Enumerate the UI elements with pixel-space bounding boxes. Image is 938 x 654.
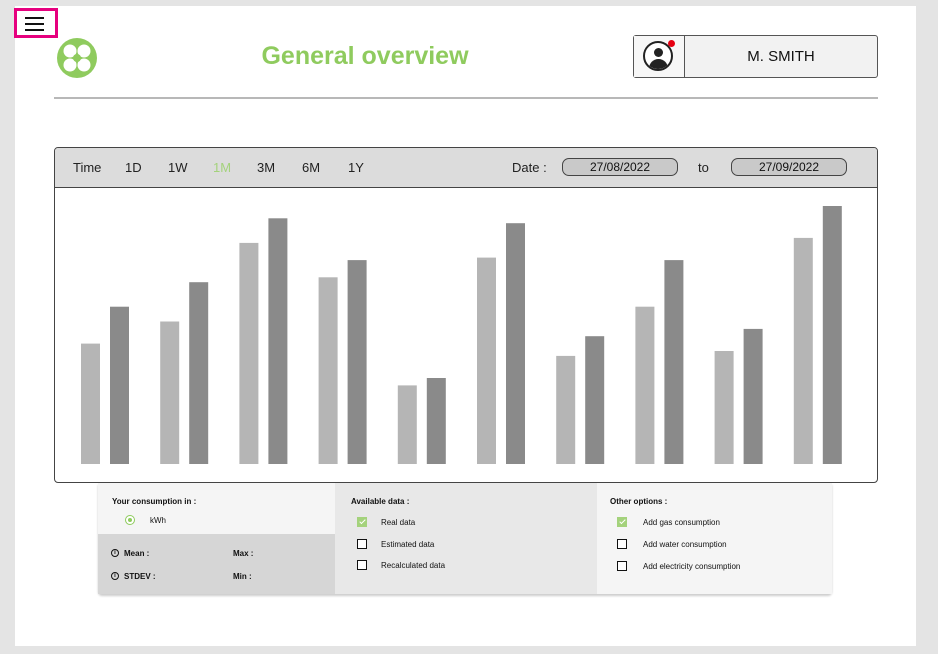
bar-series-2-item-5[interactable]	[426, 378, 446, 464]
electricity-consumption-checkbox[interactable]	[617, 561, 627, 571]
bar-series-1-item-8[interactable]	[635, 306, 655, 464]
bar-series-2-item-8[interactable]	[664, 260, 684, 464]
bar-chart	[81, 206, 842, 465]
bar-series-2-item-3[interactable]	[268, 218, 288, 464]
electricity-consumption-label: Add electricity consumption	[643, 562, 741, 571]
other-options-section: Other options : Add gas consumption Add …	[597, 483, 832, 594]
range-3m-button[interactable]: 3M	[257, 160, 275, 175]
date-from-input[interactable]: 27/08/2022	[562, 158, 678, 176]
header-divider	[54, 97, 878, 99]
real-data-label: Real data	[381, 518, 416, 527]
bar-series-2-item-1[interactable]	[110, 306, 129, 464]
min-label: Min :	[233, 572, 252, 581]
gas-consumption-checkbox[interactable]	[617, 517, 627, 527]
mean-label: Mean :	[124, 549, 150, 558]
bar-series-2-item-6[interactable]	[506, 223, 525, 464]
recalculated-data-label: Recalculated data	[381, 561, 446, 570]
page-title: General overview	[261, 42, 469, 70]
available-data-title: Available data :	[351, 497, 410, 506]
bar-series-1-item-6[interactable]	[477, 257, 496, 464]
water-consumption-label: Add water consumption	[643, 540, 727, 549]
clover-logo[interactable]	[54, 37, 100, 79]
stdev-label: STDEV :	[124, 572, 156, 581]
consumption-section: Your consumption in : kWh i Mean : Max :…	[98, 483, 335, 594]
range-1d-button[interactable]: 1D	[125, 160, 142, 175]
max-label: Max :	[233, 549, 254, 558]
hamburger-icon-line-3	[25, 29, 44, 31]
menu-button[interactable]	[14, 8, 58, 38]
bar-series-1-item-2[interactable]	[160, 321, 180, 465]
time-label: Time	[73, 160, 102, 175]
bar-series-1-item-1[interactable]	[81, 343, 100, 464]
available-data-section: Available data : Real data Estimated dat…	[335, 483, 597, 594]
bar-series-1-item-7[interactable]	[556, 355, 576, 464]
gas-consumption-label: Add gas consumption	[643, 518, 720, 527]
bar-series-2-item-2[interactable]	[189, 282, 209, 464]
chart-toolbar: Time 1D 1W 1M 3M 6M 1Y Date : 27/08/2022…	[55, 148, 877, 188]
water-consumption-checkbox[interactable]	[617, 539, 627, 549]
bar-series-2-item-9[interactable]	[743, 328, 763, 464]
consumption-chart-panel: Time 1D 1W 1M 3M 6M 1Y Date : 27/08/2022…	[54, 147, 878, 483]
real-data-checkbox[interactable]	[357, 517, 367, 527]
date-to-input[interactable]: 27/09/2022	[731, 158, 847, 176]
options-panel: Your consumption in : kWh i Mean : Max :…	[98, 483, 832, 594]
bar-series-1-item-3[interactable]	[239, 242, 259, 464]
info-icon[interactable]: i	[111, 572, 119, 580]
estimated-data-label: Estimated data	[381, 540, 435, 549]
bar-series-1-item-10[interactable]	[793, 237, 813, 464]
bar-series-1-item-5[interactable]	[397, 385, 417, 464]
bar-series-2-item-10[interactable]	[822, 206, 842, 464]
notification-dot	[668, 40, 675, 47]
to-label: to	[698, 160, 709, 175]
bar-series-2-item-4[interactable]	[347, 260, 367, 464]
range-6m-button[interactable]: 6M	[302, 160, 320, 175]
avatar[interactable]	[634, 36, 685, 77]
consumption-title: Your consumption in :	[112, 497, 197, 506]
range-1w-button[interactable]: 1W	[168, 160, 188, 175]
range-1y-button[interactable]: 1Y	[348, 160, 364, 175]
kwh-radio[interactable]	[125, 515, 135, 525]
kwh-label: kWh	[150, 516, 166, 525]
estimated-data-checkbox[interactable]	[357, 539, 367, 549]
user-name: M. SMITH	[747, 48, 815, 65]
hamburger-icon-line-1	[25, 17, 44, 19]
bar-series-1-item-4[interactable]	[318, 277, 338, 464]
bar-series-2-item-7[interactable]	[585, 336, 605, 464]
hamburger-icon-line-2	[25, 23, 44, 25]
user-profile-box[interactable]: M. SMITH	[633, 35, 878, 78]
info-icon[interactable]: i	[111, 549, 119, 557]
chart-area	[55, 187, 877, 482]
other-options-title: Other options :	[610, 497, 668, 506]
bar-series-1-item-9[interactable]	[714, 351, 734, 464]
recalculated-data-checkbox[interactable]	[357, 560, 367, 570]
date-label: Date :	[512, 160, 547, 175]
range-1m-button[interactable]: 1M	[213, 160, 231, 175]
